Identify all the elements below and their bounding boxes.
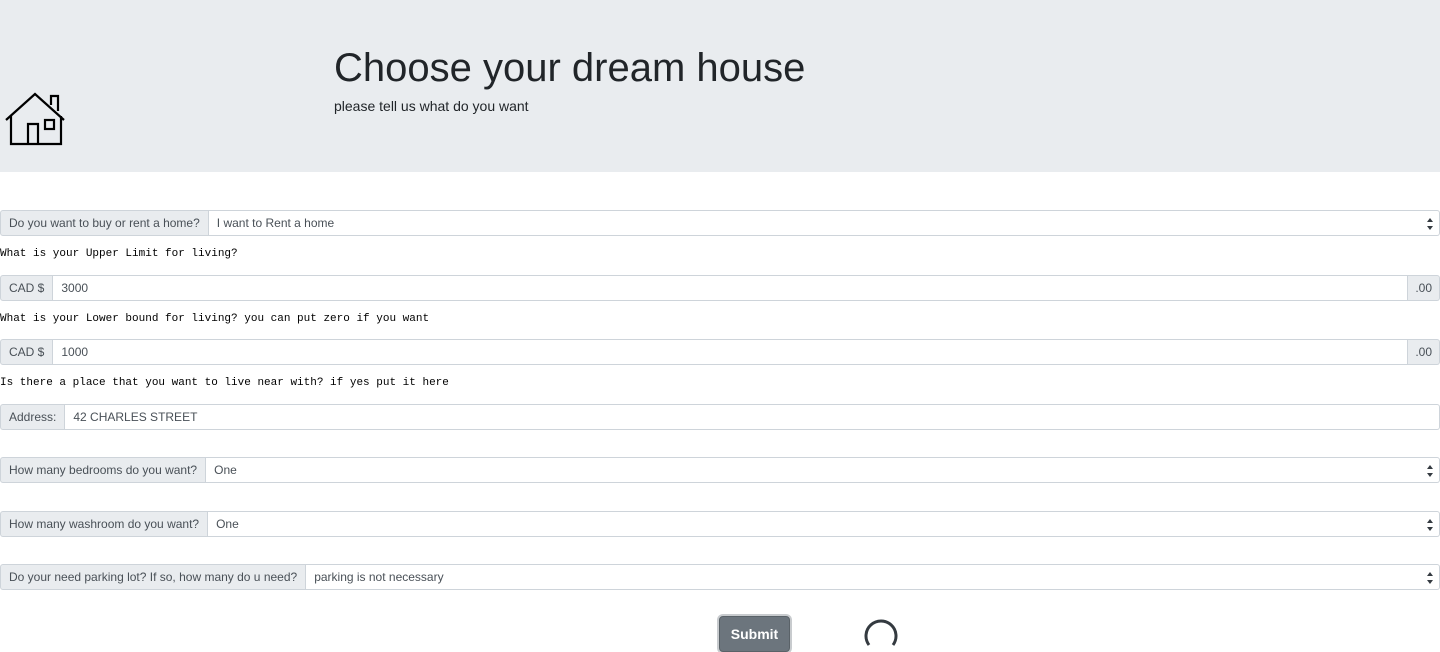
lower-bound-input[interactable]: 1000 xyxy=(53,339,1409,365)
address-input[interactable]: 42 CHARLES STREET xyxy=(65,404,1440,430)
submit-button[interactable]: Submit xyxy=(719,616,790,652)
intent-select-value: I want to Rent a home xyxy=(216,216,335,230)
address-group: Address: 42 CHARLES STREET xyxy=(0,404,1440,430)
lower-bound-question: What is your Lower bound for living? you… xyxy=(0,313,430,325)
intent-select[interactable]: I want to Rent a home xyxy=(208,210,1440,236)
intent-select-group: Do you want to buy or rent a home? I wan… xyxy=(0,210,1440,236)
parking-label: Do your need parking lot? If so, how man… xyxy=(0,564,307,590)
upper-limit-input[interactable]: 3000 xyxy=(53,275,1409,301)
select-arrows-icon xyxy=(1427,218,1433,230)
select-arrows-icon xyxy=(1427,572,1433,584)
parking-select-group: Do your need parking lot? If so, how man… xyxy=(0,564,1440,590)
bedrooms-label: How many bedrooms do you want? xyxy=(0,457,207,483)
select-arrows-icon xyxy=(1427,465,1433,477)
address-value: 42 CHARLES STREET xyxy=(73,410,198,424)
upper-currency-prefix: CAD $ xyxy=(0,275,54,301)
upper-limit-question: What is your Upper Limit for living? xyxy=(0,248,238,260)
lower-bound-value: 1000 xyxy=(61,345,89,359)
loading-spinner-icon xyxy=(864,619,898,646)
washrooms-select-group: How many washroom do you want? One xyxy=(0,511,1440,537)
parking-select-value: parking is not necessary xyxy=(314,570,444,584)
parking-select[interactable]: parking is not necessary xyxy=(306,564,1440,590)
house-icon xyxy=(5,92,65,146)
hero-banner: Choose your dream house please tell us w… xyxy=(0,0,1440,172)
washrooms-select-value: One xyxy=(216,517,239,531)
page-subtitle: please tell us what do you want xyxy=(334,98,529,114)
select-arrows-icon xyxy=(1427,519,1433,531)
upper-limit-value: 3000 xyxy=(61,281,89,295)
washrooms-label: How many washroom do you want? xyxy=(0,511,209,537)
address-label: Address: xyxy=(0,404,66,430)
washrooms-select[interactable]: One xyxy=(208,511,1440,537)
intent-label: Do you want to buy or rent a home? xyxy=(0,210,209,236)
address-question: Is there a place that you want to live n… xyxy=(0,377,449,389)
upper-limit-group: CAD $ 3000 .00 xyxy=(0,275,1440,301)
page-title: Choose your dream house xyxy=(334,46,806,90)
lower-currency-prefix: CAD $ xyxy=(0,339,54,365)
lower-bound-group: CAD $ 1000 .00 xyxy=(0,339,1440,365)
bedrooms-select[interactable]: One xyxy=(206,457,1440,483)
bedrooms-select-value: One xyxy=(214,463,237,477)
bedrooms-select-group: How many bedrooms do you want? One xyxy=(0,457,1440,483)
lower-cents-suffix: .00 xyxy=(1408,339,1440,365)
upper-cents-suffix: .00 xyxy=(1408,275,1440,301)
